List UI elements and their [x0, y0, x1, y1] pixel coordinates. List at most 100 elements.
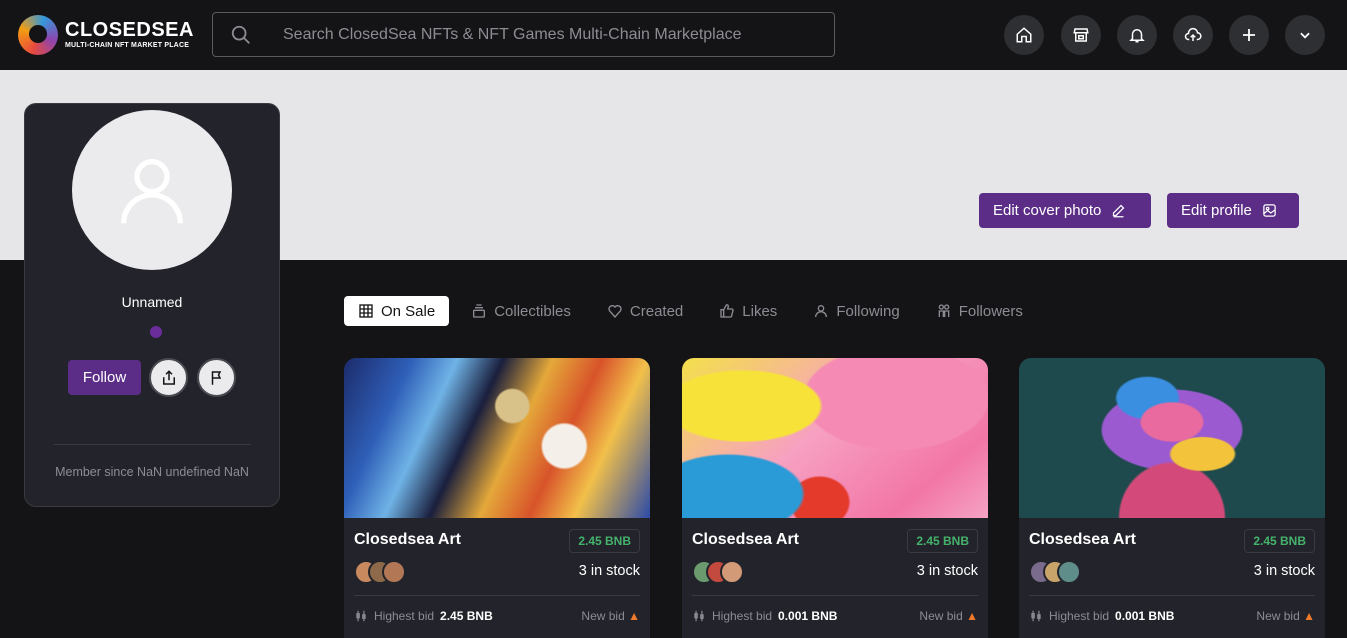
highest-bid-label: Highest bid [374, 609, 435, 623]
candlestick-icon [1031, 610, 1041, 622]
edit-profile-button[interactable]: Edit profile [1167, 193, 1299, 228]
tab-likes[interactable]: Likes [705, 296, 791, 326]
top-nav: CLOSEDSEA MULTI-CHAIN NFT MARKET PLACE [0, 0, 1347, 70]
tab-label: Followers [958, 302, 1023, 320]
tab-label: Collectibles [494, 302, 571, 320]
upload-button[interactable] [1173, 15, 1213, 55]
create-button[interactable] [1229, 15, 1269, 55]
new-bid-label: New bid [581, 609, 625, 623]
grid-icon [359, 304, 373, 318]
divider [54, 444, 251, 445]
tab-followers[interactable]: Followers [922, 296, 1037, 326]
tab-label: Following [836, 302, 900, 320]
fire-icon: ▲ [1303, 609, 1315, 623]
nft-card[interactable]: Closedsea Art 2.45 BNB 3 in stock Highes… [344, 358, 650, 638]
new-bid-link[interactable]: New bid ▲ [1256, 609, 1315, 623]
divider [1029, 595, 1315, 596]
price-badge: 2.45 BNB [569, 529, 640, 553]
upload-icon [1184, 27, 1202, 41]
heart-icon [608, 305, 622, 319]
profile-tabs: On Sale Collectibles Created Likes Follo… [344, 296, 1045, 326]
tab-label: Likes [742, 302, 778, 320]
search-input[interactable] [283, 23, 823, 47]
search-icon[interactable] [230, 24, 252, 46]
thumbs-up-icon [720, 304, 734, 318]
highest-bid-value: 2.45 BNB [440, 609, 493, 623]
stock-count: 3 in stock [578, 563, 640, 579]
edit-cover-button[interactable]: Edit cover photo [979, 193, 1151, 228]
nft-image[interactable] [344, 358, 650, 518]
stack-icon [473, 304, 486, 318]
brand-logo[interactable]: CLOSEDSEA MULTI-CHAIN NFT MARKET PLACE [18, 15, 194, 55]
pencil-icon [1113, 204, 1125, 218]
nft-card[interactable]: Closedsea Art 2.45 BNB 3 in stock Highes… [1019, 358, 1325, 638]
avatar[interactable] [382, 560, 406, 584]
edit-cover-label: Edit cover photo [993, 202, 1102, 219]
nft-image[interactable] [1019, 358, 1325, 518]
chain-icon [150, 326, 162, 338]
profile-card: Unnamed Follow Member since NaN undefine… [24, 103, 280, 507]
home-icon [1016, 27, 1032, 43]
avatar[interactable] [1057, 560, 1081, 584]
highest-bid-value: 0.001 BNB [778, 609, 838, 623]
avatar [72, 110, 232, 270]
price-badge: 2.45 BNB [907, 529, 978, 553]
candlestick-icon [356, 610, 366, 622]
highest-bid-value: 0.001 BNB [1115, 609, 1175, 623]
new-bid-link[interactable]: New bid ▲ [919, 609, 978, 623]
brand-tagline: MULTI-CHAIN NFT MARKET PLACE [65, 42, 190, 49]
nft-title: Closedsea Art [1029, 531, 1136, 548]
new-bid-label: New bid [1256, 609, 1300, 623]
nft-image[interactable] [682, 358, 988, 518]
fire-icon: ▲ [628, 609, 640, 623]
candlestick-icon [694, 610, 704, 622]
plus-icon [1243, 29, 1255, 41]
edit-profile-label: Edit profile [1181, 202, 1252, 219]
owner-avatars [1029, 560, 1081, 584]
avatar[interactable] [720, 560, 744, 584]
users-icon [938, 304, 950, 317]
highest-bid: Highest bid 2.45 BNB [354, 609, 493, 623]
user-icon [121, 159, 183, 224]
nft-title: Closedsea Art [692, 531, 799, 548]
highest-bid-label: Highest bid [712, 609, 773, 623]
store-button[interactable] [1061, 15, 1101, 55]
tab-label: On Sale [381, 302, 436, 320]
tab-following[interactable]: Following [799, 296, 913, 326]
user-icon [815, 305, 828, 318]
profile-name: Unnamed [121, 294, 183, 310]
home-button[interactable] [1004, 15, 1044, 55]
nft-card[interactable]: Closedsea Art 2.45 BNB 3 in stock Highes… [682, 358, 988, 638]
stock-count: 3 in stock [916, 563, 978, 579]
new-bid-label: New bid [919, 609, 963, 623]
owner-avatars [354, 560, 406, 584]
tab-on-sale[interactable]: On Sale [344, 296, 450, 326]
search-bar [212, 12, 835, 57]
stock-count: 3 in stock [1253, 563, 1315, 579]
image-icon [1263, 204, 1276, 217]
highest-bid: Highest bid 0.001 BNB [1029, 609, 1174, 623]
highest-bid: Highest bid 0.001 BNB [692, 609, 837, 623]
follow-button[interactable]: Follow [68, 360, 141, 395]
notifications-button[interactable] [1117, 15, 1157, 55]
tab-label: Created [629, 302, 684, 320]
tab-created[interactable]: Created [593, 296, 697, 326]
share-icon [162, 369, 175, 385]
tab-collectibles[interactable]: Collectibles [457, 296, 585, 326]
highest-bid-label: Highest bid [1049, 609, 1110, 623]
divider [354, 595, 640, 596]
fire-icon: ▲ [966, 609, 978, 623]
report-button[interactable] [197, 358, 236, 397]
nft-title: Closedsea Art [354, 531, 461, 548]
flag-icon [211, 370, 221, 385]
store-icon [1073, 28, 1089, 42]
share-button[interactable] [149, 358, 188, 397]
chevron-down-icon [1300, 32, 1310, 39]
bell-icon [1129, 29, 1145, 43]
account-menu-button[interactable] [1285, 15, 1325, 55]
brand-name: CLOSEDSEA [65, 19, 194, 41]
new-bid-link[interactable]: New bid ▲ [581, 609, 640, 623]
owner-avatars [692, 560, 744, 584]
price-badge: 2.45 BNB [1244, 529, 1315, 553]
member-since: Member since NaN undefined NaN [55, 465, 249, 479]
